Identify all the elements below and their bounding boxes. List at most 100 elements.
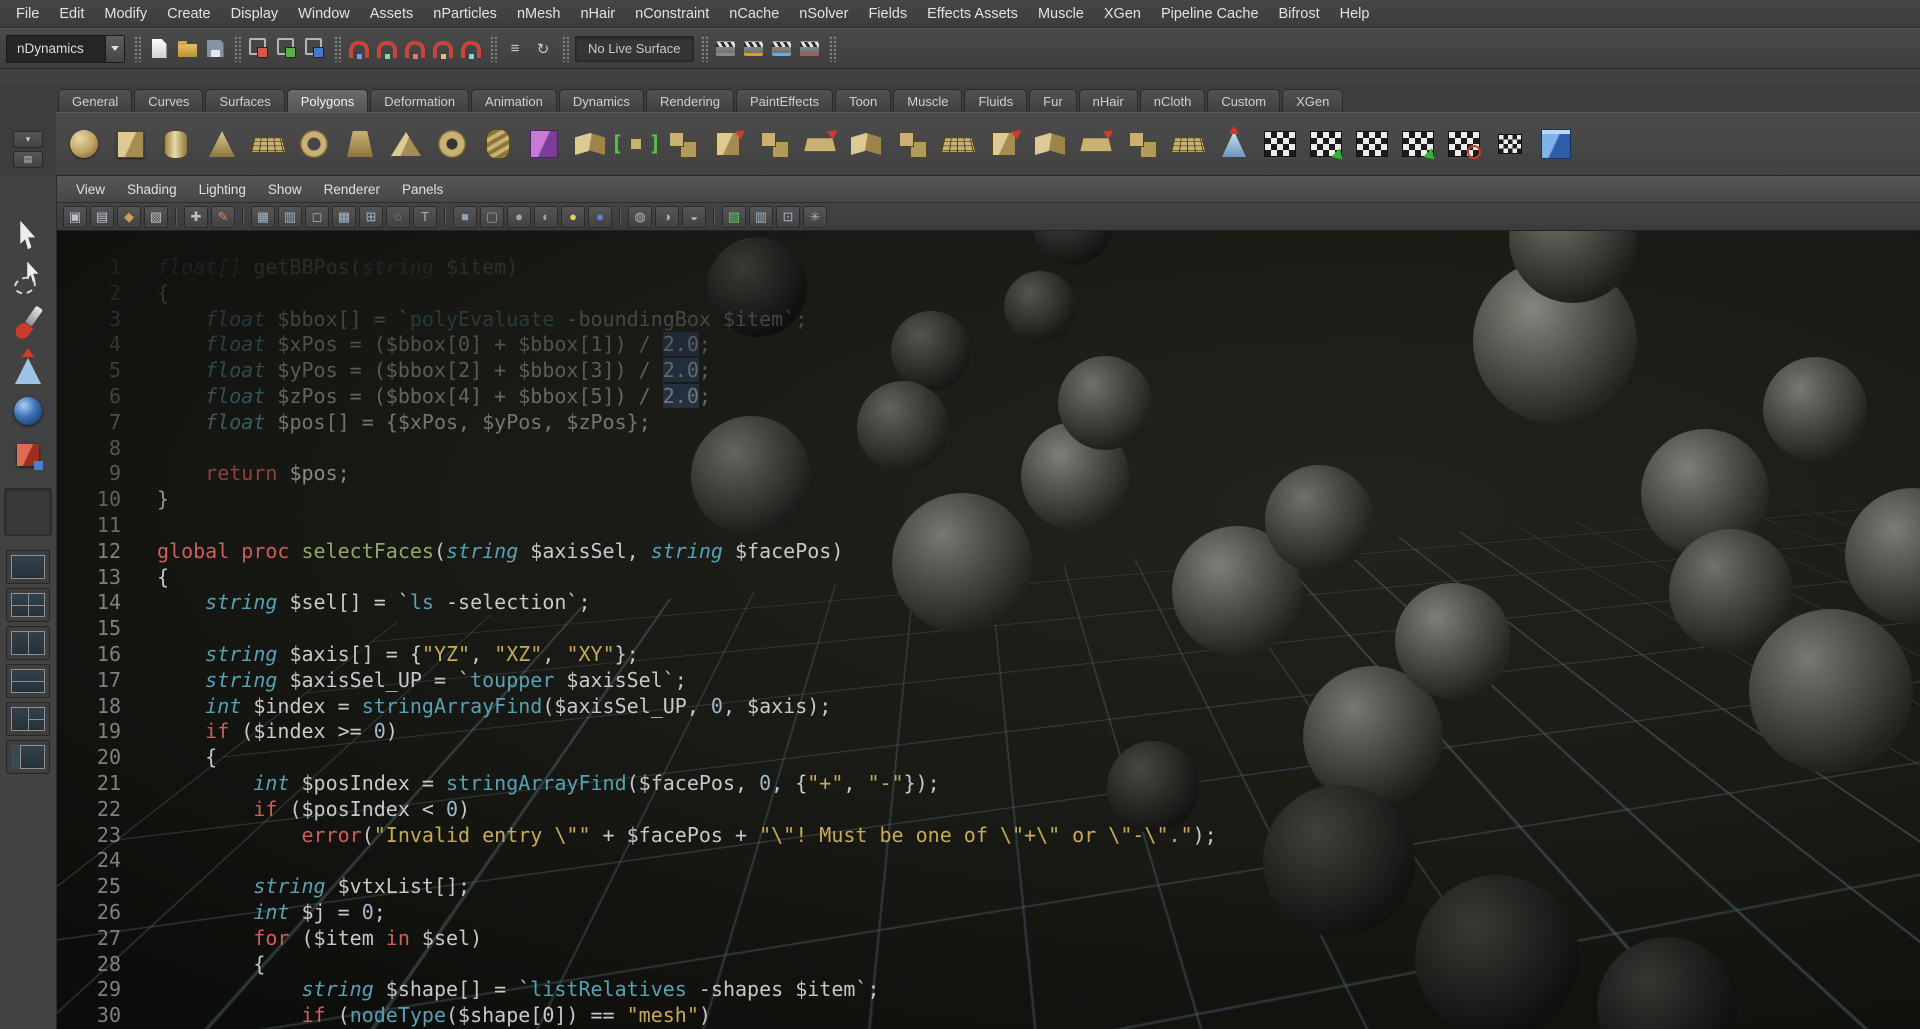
shelf-tab-fur[interactable]: Fur: [1029, 89, 1077, 112]
select-by-component-icon[interactable]: [302, 36, 328, 62]
shelf-tab-surfaces[interactable]: Surfaces: [205, 89, 284, 112]
resolution-gate-icon[interactable]: ◻: [305, 206, 329, 228]
panel-menu-lighting[interactable]: Lighting: [188, 182, 257, 197]
select-by-object-icon[interactable]: [274, 36, 300, 62]
shelf-tab-general[interactable]: General: [58, 89, 132, 112]
gate-mask-icon[interactable]: ▩: [332, 206, 356, 228]
shelf-tab-ncloth[interactable]: nCloth: [1140, 89, 1206, 112]
shelf-tab-muscle[interactable]: Muscle: [893, 89, 962, 112]
shelf-tab-menu-button[interactable]: ▤: [13, 151, 43, 168]
component-brackets-icon[interactable]: [616, 124, 656, 164]
group-separator[interactable]: [333, 35, 341, 62]
shelf-tab-animation[interactable]: Animation: [471, 89, 557, 112]
sphere[interactable]: [1265, 465, 1373, 573]
snap-to-grid-icon[interactable]: [346, 36, 372, 62]
shelf-tab-custom[interactable]: Custom: [1207, 89, 1280, 112]
panel-menu-show[interactable]: Show: [257, 182, 313, 197]
shelf-tab-xgen[interactable]: XGen: [1282, 89, 1343, 112]
poly-torus-icon[interactable]: [294, 124, 334, 164]
shelf-tab-dynamics[interactable]: Dynamics: [559, 89, 644, 112]
two-pane-side-layout-button[interactable]: [6, 626, 50, 660]
single-pane-layout-button[interactable]: [6, 550, 50, 584]
poly-cylinder-icon[interactable]: [156, 124, 196, 164]
uv-checker-2-icon[interactable]: [1352, 124, 1392, 164]
menu-item-xgen[interactable]: XGen: [1094, 6, 1151, 22]
snapshot-icon[interactable]: ⊡: [776, 206, 800, 228]
shadows-icon[interactable]: ●: [588, 206, 612, 228]
texture-cube-icon[interactable]: [524, 124, 564, 164]
menu-set-dropdown-button[interactable]: [105, 36, 124, 62]
ipr-render-icon[interactable]: [741, 36, 767, 62]
bookmark-icon[interactable]: ◆: [117, 206, 141, 228]
reduce-mesh-icon[interactable]: [1076, 124, 1116, 164]
menu-item-edit[interactable]: Edit: [49, 6, 94, 22]
menu-item-help[interactable]: Help: [1330, 6, 1380, 22]
menu-set-selector[interactable]: nDynamics: [6, 35, 125, 63]
share-view-icon[interactable]: ✳: [803, 206, 827, 228]
shelf-tab-nhair[interactable]: nHair: [1079, 89, 1138, 112]
scale-tool[interactable]: [6, 434, 50, 476]
two-pane-stacked-layout-button[interactable]: [6, 664, 50, 698]
panel-menu-panels[interactable]: Panels: [391, 182, 454, 197]
menu-item-ncache[interactable]: nCache: [719, 6, 789, 22]
poly-pipe-icon[interactable]: [432, 124, 472, 164]
outliner-persp-layout-button[interactable]: [6, 740, 50, 774]
extract-faces-icon[interactable]: [708, 124, 748, 164]
sphere[interactable]: [1395, 583, 1511, 699]
shelf-tab-toon[interactable]: Toon: [835, 89, 891, 112]
shelf-tab-painteffects[interactable]: PaintEffects: [736, 89, 833, 112]
flat-lighting-icon[interactable]: ◍: [628, 206, 652, 228]
combine-meshes-icon[interactable]: [662, 124, 702, 164]
grid-icon[interactable]: ▦: [251, 206, 275, 228]
uv-checker-icon[interactable]: [1260, 124, 1300, 164]
viewport[interactable]: 1float[] getBBPos(string $item)2{3 float…: [57, 231, 1920, 1029]
smooth-mesh-icon[interactable]: [800, 124, 840, 164]
menu-item-window[interactable]: Window: [288, 6, 360, 22]
paint-selection-tool[interactable]: [6, 302, 50, 344]
menu-item-display[interactable]: Display: [221, 6, 289, 22]
rotate-tool[interactable]: [6, 390, 50, 432]
group-separator[interactable]: [561, 35, 569, 62]
shaded-mode-icon[interactable]: ●: [507, 206, 531, 228]
poly-plane-icon[interactable]: [248, 124, 288, 164]
menu-item-file[interactable]: File: [6, 6, 49, 22]
launch-render-view-icon[interactable]: [797, 36, 823, 62]
separate-meshes-icon[interactable]: [754, 124, 794, 164]
use-all-lights-icon[interactable]: ●: [561, 206, 585, 228]
uv-snapshot-icon[interactable]: [1444, 124, 1484, 164]
three-pane-layout-button[interactable]: [6, 702, 50, 736]
shelf-tab-deformation[interactable]: Deformation: [370, 89, 469, 112]
select-by-hierarchy-icon[interactable]: [246, 36, 272, 62]
poly-sphere-icon[interactable]: [64, 124, 104, 164]
shelf-menu-button[interactable]: ▾: [13, 131, 43, 148]
open-scene-icon[interactable]: [174, 36, 200, 62]
silhouette-icon[interactable]: ◒: [682, 206, 706, 228]
menu-item-muscle[interactable]: Muscle: [1028, 6, 1094, 22]
snap-to-view-plane-icon[interactable]: [430, 36, 456, 62]
mirror-geometry-icon[interactable]: [1122, 124, 1162, 164]
grease-pencil-icon[interactable]: ✎: [211, 206, 235, 228]
default-lighting-icon[interactable]: ◑: [655, 206, 679, 228]
menu-item-fields[interactable]: Fields: [858, 6, 917, 22]
menu-item-nconstraint[interactable]: nConstraint: [625, 6, 719, 22]
shelf-tab-curves[interactable]: Curves: [134, 89, 203, 112]
poly-pyramid-icon[interactable]: [386, 124, 426, 164]
uv-unfold-icon[interactable]: [1306, 124, 1346, 164]
poly-cube-icon[interactable]: [110, 124, 150, 164]
shelf-tab-fluids[interactable]: Fluids: [964, 89, 1027, 112]
menu-item-bifrost[interactable]: Bifrost: [1269, 6, 1330, 22]
shelf-tab-rendering[interactable]: Rendering: [646, 89, 734, 112]
safe-action-icon[interactable]: ◌: [386, 206, 410, 228]
menu-item-modify[interactable]: Modify: [94, 6, 157, 22]
poly-helix-icon[interactable]: [478, 124, 518, 164]
panel-menu-view[interactable]: View: [65, 182, 116, 197]
menu-item-create[interactable]: Create: [157, 6, 221, 22]
x-ray-icon[interactable]: ▥: [749, 206, 773, 228]
menu-item-pipeline-cache[interactable]: Pipeline Cache: [1151, 6, 1269, 22]
subdivide-plane-icon[interactable]: [938, 124, 978, 164]
lasso-select-tool[interactable]: [6, 258, 50, 300]
film-gate-icon[interactable]: ▥: [278, 206, 302, 228]
poly-cone-icon[interactable]: [202, 124, 242, 164]
four-pane-layout-button[interactable]: [6, 588, 50, 622]
menu-item-nmesh[interactable]: nMesh: [507, 6, 571, 22]
